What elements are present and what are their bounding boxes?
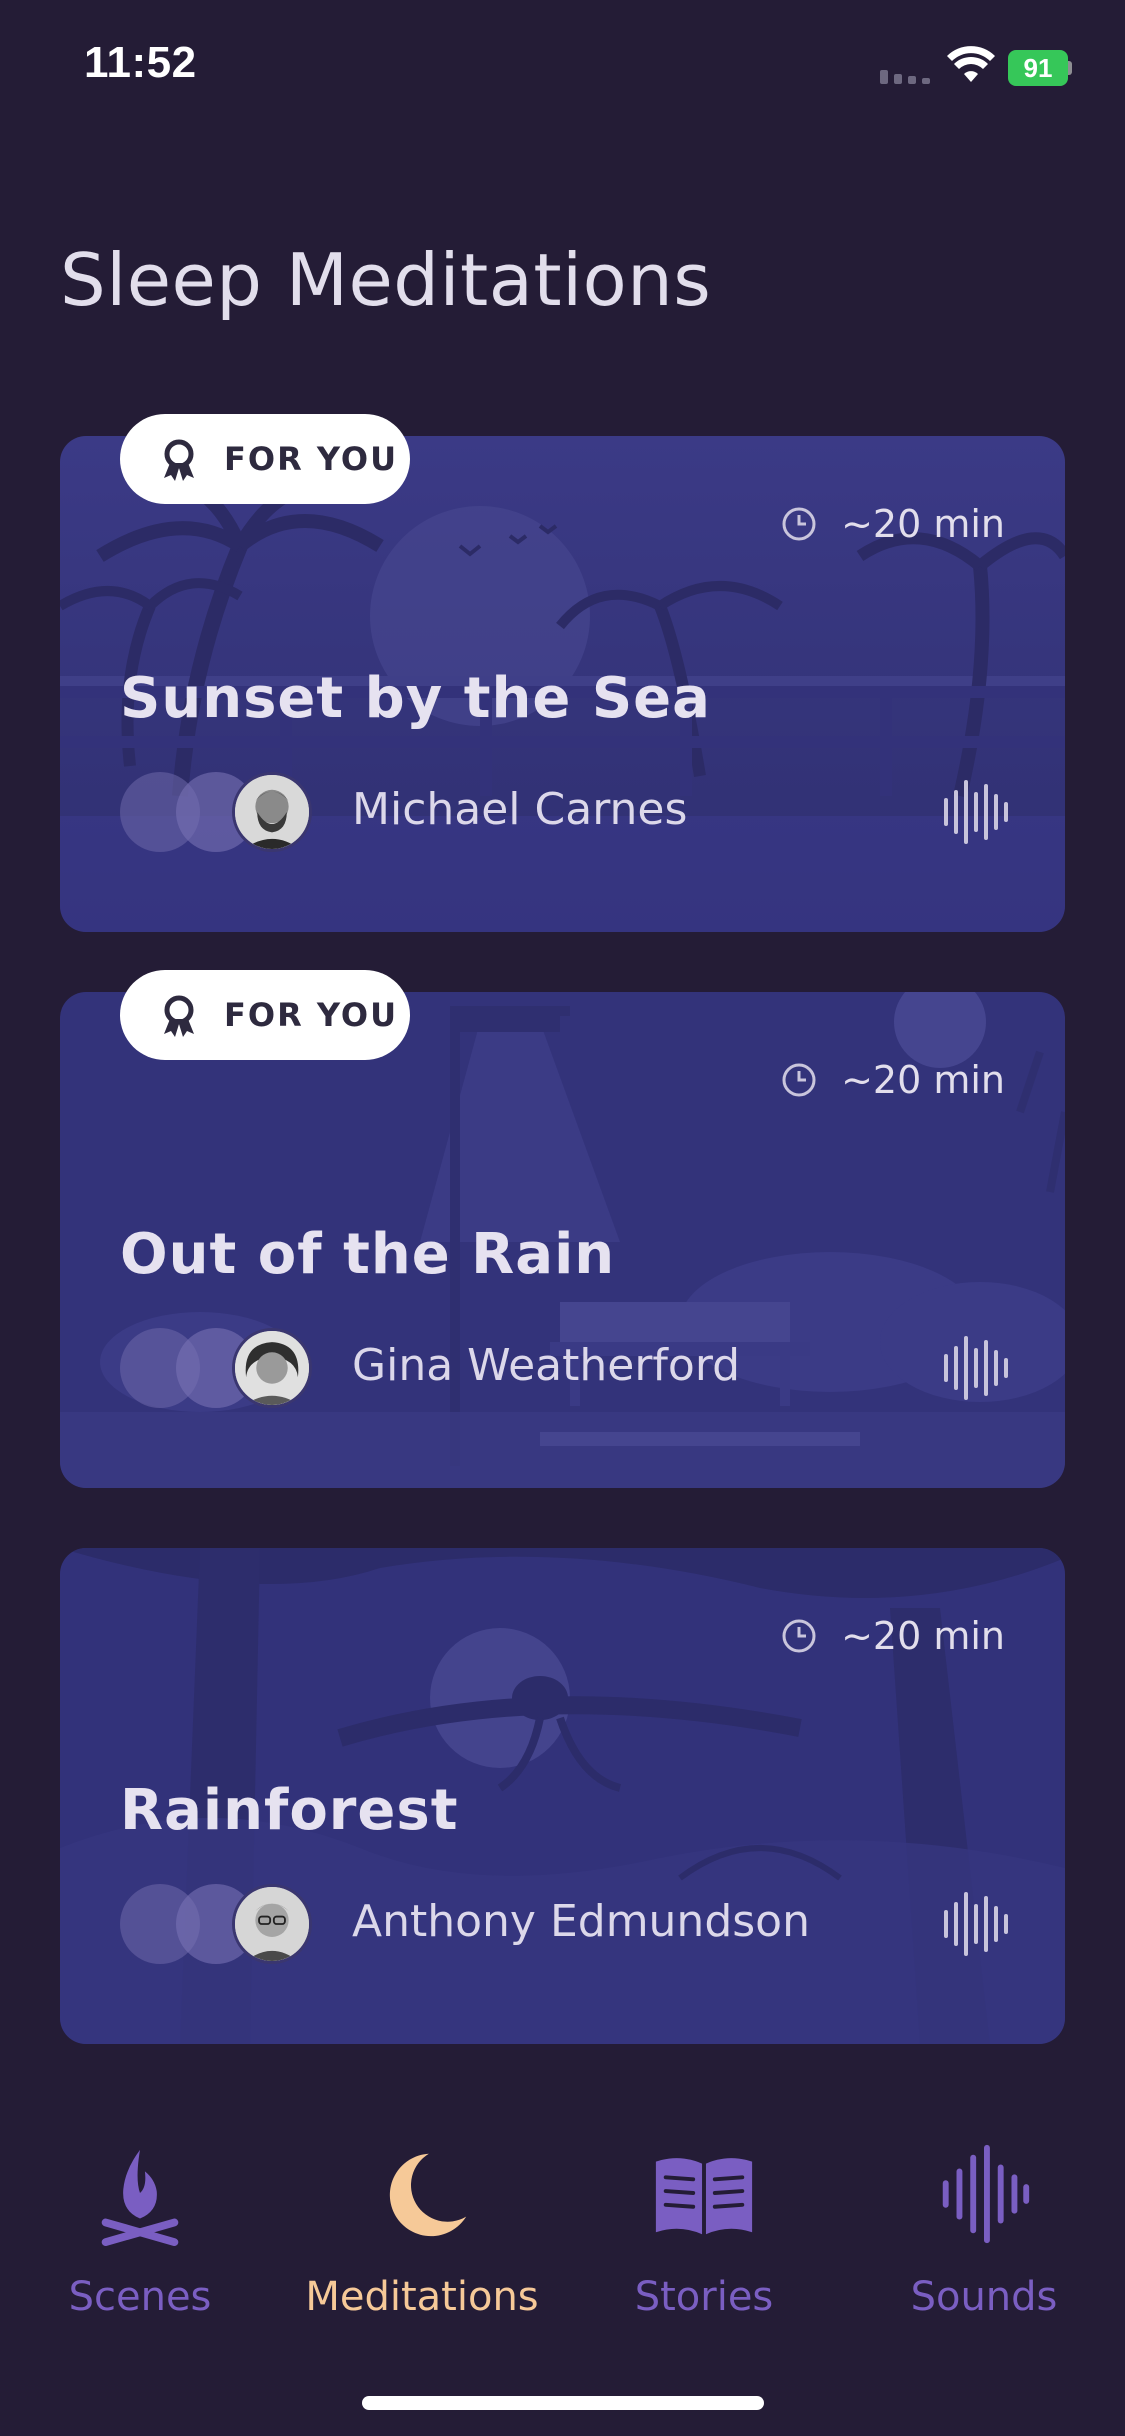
tab-label: Stories: [634, 2274, 774, 2320]
tab-bar: Scenes Meditations Stories Sounds: [0, 2120, 1125, 2340]
duration-text: ~20 min: [841, 1058, 1005, 1102]
meditation-card[interactable]: FOR YOU ~20 min Sunset by the Sea Michae…: [60, 414, 1065, 932]
tab-meditations[interactable]: Meditations: [302, 2120, 542, 2320]
moon-icon: [389, 2153, 467, 2237]
sound-waveform-icon: [942, 2144, 1030, 2244]
duration: ~20 min: [781, 502, 1005, 546]
play-waveform-icon[interactable]: [940, 1884, 1020, 1964]
card-title: Rainforest: [120, 1778, 459, 1843]
for-you-badge: FOR YOU: [120, 970, 410, 1060]
campfire-icon: [101, 2149, 179, 2247]
narrator-name: Gina Weatherford: [352, 1340, 741, 1391]
badge-label: FOR YOU: [224, 996, 399, 1034]
award-ribbon-icon: [164, 439, 194, 481]
badge-label: FOR YOU: [224, 440, 399, 478]
cellular-signal-icon: [880, 70, 930, 84]
battery-icon: 91: [1008, 50, 1072, 88]
narrator-avatar: [232, 772, 312, 852]
duration: ~20 min: [781, 1058, 1005, 1102]
clock-icon: [782, 1063, 816, 1097]
narrator-avatar: [232, 1884, 312, 1964]
page-title: Sleep Meditations: [60, 238, 712, 322]
narrator-name: Anthony Edmundson: [352, 1896, 810, 1947]
tab-stories[interactable]: Stories: [584, 2120, 824, 2320]
home-indicator[interactable]: [362, 2396, 764, 2410]
clock-icon: [782, 1619, 816, 1653]
tab-scenes[interactable]: Scenes: [20, 2120, 260, 2320]
meditation-card[interactable]: FOR YOU ~20 min Out of the Rain Gina Wea…: [60, 970, 1065, 1488]
meditation-card[interactable]: ~20 min Rainforest Anthony Edmundson: [60, 1548, 1065, 2044]
play-waveform-icon[interactable]: [940, 772, 1020, 852]
tab-sounds[interactable]: Sounds: [864, 2120, 1104, 2320]
tab-label: Meditations: [305, 2274, 539, 2320]
card-title: Out of the Rain: [120, 1222, 616, 1287]
tab-label: Scenes: [68, 2274, 212, 2320]
play-waveform-icon[interactable]: [940, 1328, 1020, 1408]
narrator-row: Gina Weatherford: [120, 1328, 1020, 1408]
status-bar: 11:52 91: [0, 0, 1125, 140]
duration-text: ~20 min: [841, 1614, 1005, 1658]
duration-text: ~20 min: [841, 502, 1005, 546]
status-time: 11:52: [84, 38, 197, 87]
clock-icon: [782, 507, 816, 541]
narrator-name: Michael Carnes: [352, 784, 688, 835]
narrator-row: Michael Carnes: [120, 772, 1020, 852]
card-title: Sunset by the Sea: [120, 666, 711, 731]
battery-level: 91: [1008, 50, 1068, 86]
book-icon: [655, 2158, 753, 2235]
narrator-avatar: [232, 1328, 312, 1408]
narrator-row: Anthony Edmundson: [120, 1884, 1020, 1964]
for-you-badge: FOR YOU: [120, 414, 410, 504]
duration: ~20 min: [781, 1614, 1005, 1658]
award-ribbon-icon: [164, 995, 194, 1037]
tab-label: Sounds: [910, 2274, 1058, 2320]
wifi-icon: [947, 46, 995, 82]
